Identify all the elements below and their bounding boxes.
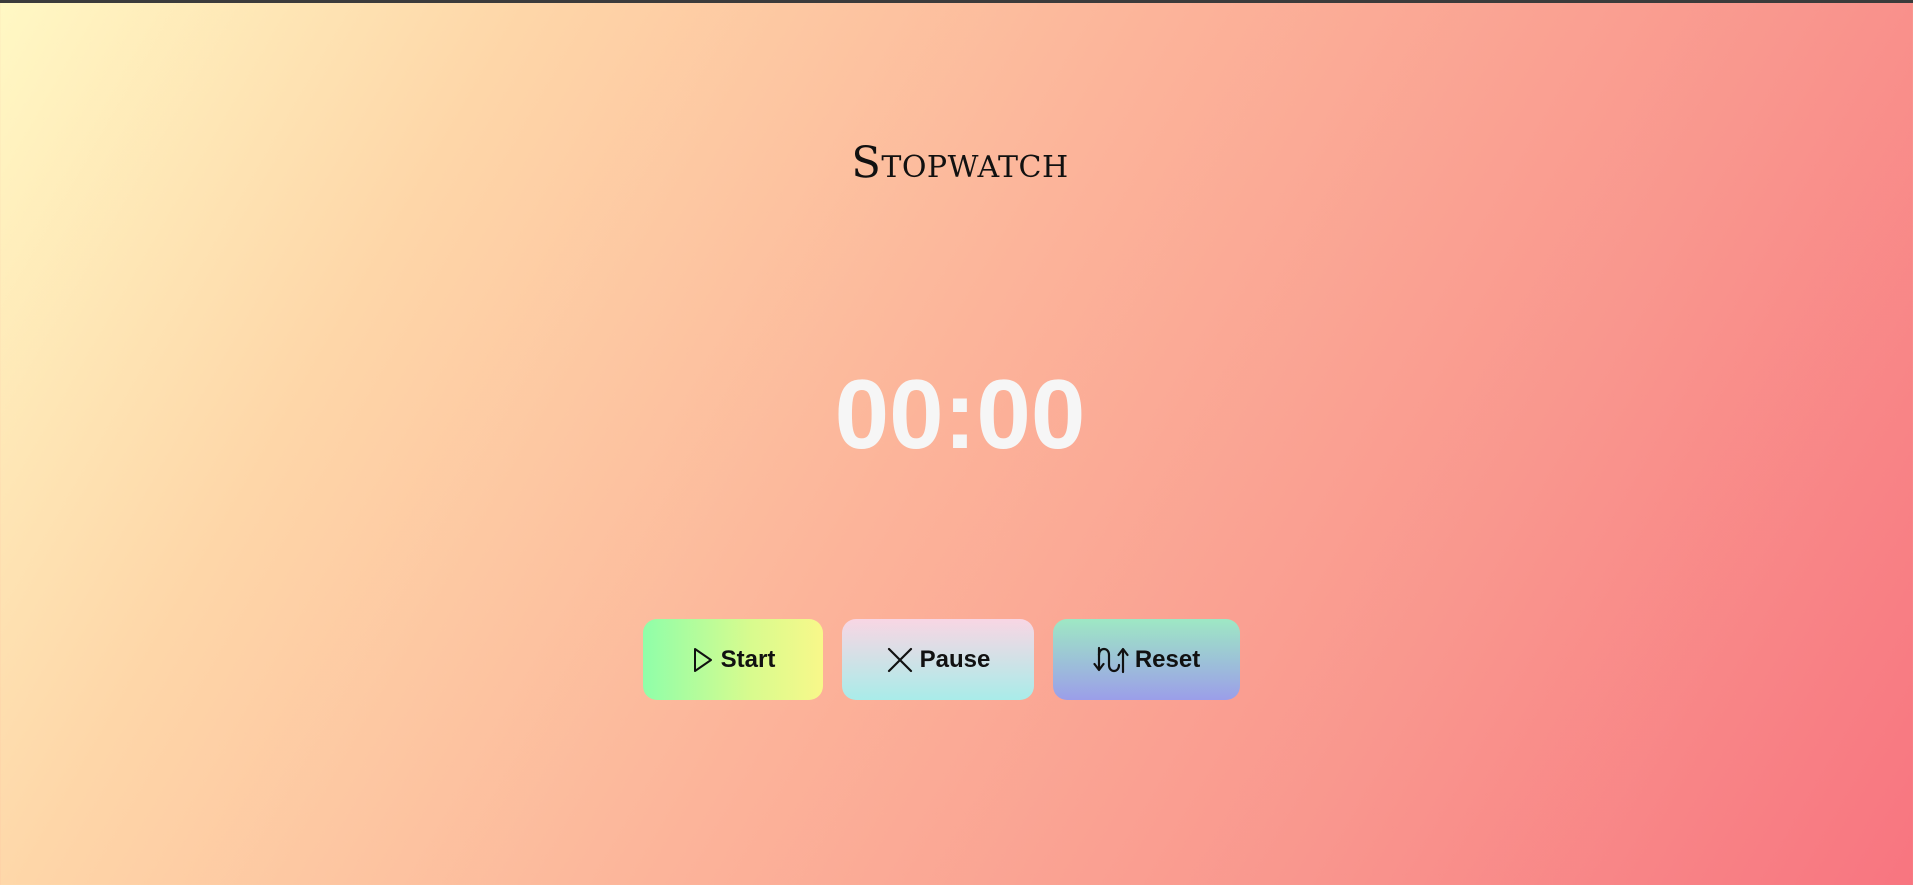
swap-arrows-icon <box>1093 645 1129 675</box>
start-button[interactable]: Start <box>643 619 823 700</box>
controls-bar: Start Pause Reset <box>643 619 1240 700</box>
reset-button-label: Reset <box>1134 645 1201 673</box>
timer-display: 00:00 <box>834 359 1086 469</box>
pause-button-label: Pause <box>919 645 991 673</box>
page-title: Stopwatch <box>851 138 1069 188</box>
close-icon <box>886 646 914 674</box>
pause-button[interactable]: Pause <box>842 619 1034 700</box>
play-icon <box>691 646 715 674</box>
reset-button[interactable]: Reset <box>1053 619 1240 700</box>
start-button-label: Start <box>720 645 776 673</box>
window-top-border <box>0 0 1913 3</box>
